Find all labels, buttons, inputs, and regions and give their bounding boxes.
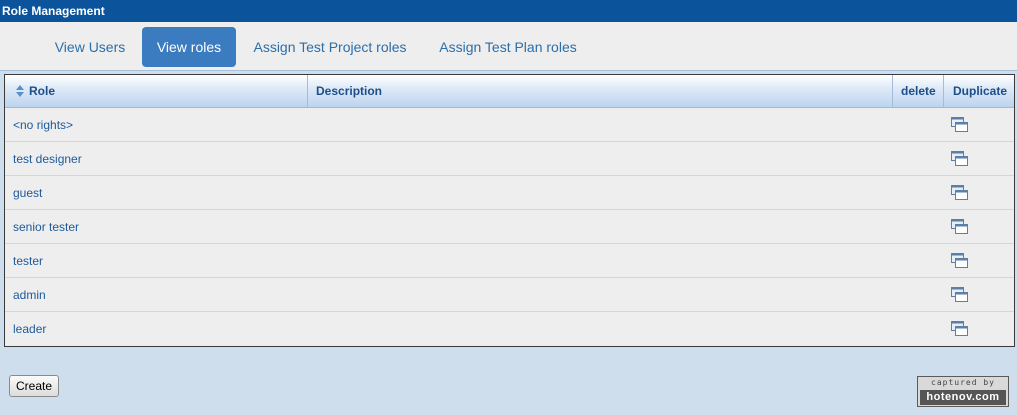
duplicate-icon[interactable] bbox=[951, 117, 968, 132]
window-title: Role Management bbox=[0, 0, 1017, 22]
table-row: test designer bbox=[5, 142, 1014, 176]
column-divider bbox=[892, 75, 893, 108]
column-header-role-label: Role bbox=[29, 84, 56, 98]
table-row: leader bbox=[5, 312, 1014, 346]
roles-table: Role Description delete Duplicate <no ri… bbox=[4, 74, 1015, 347]
column-divider bbox=[943, 75, 944, 108]
role-link[interactable]: senior tester bbox=[13, 210, 79, 244]
role-link[interactable]: test designer bbox=[13, 142, 82, 176]
tab-view-roles[interactable]: View roles bbox=[142, 27, 236, 67]
column-header-duplicate: Duplicate bbox=[953, 84, 1008, 98]
table-row: senior tester bbox=[5, 210, 1014, 244]
duplicate-icon[interactable] bbox=[951, 185, 968, 200]
role-link[interactable]: tester bbox=[13, 244, 43, 278]
tab-assign-test-project-roles[interactable]: Assign Test Project roles bbox=[240, 27, 420, 67]
duplicate-icon[interactable] bbox=[951, 219, 968, 234]
table-row: <no rights> bbox=[5, 108, 1014, 142]
tab-bar: View Users View roles Assign Test Projec… bbox=[0, 22, 1017, 71]
watermark-caption: captured by bbox=[931, 378, 995, 387]
tab-assign-test-plan-roles[interactable]: Assign Test Plan roles bbox=[424, 27, 592, 67]
duplicate-icon[interactable] bbox=[951, 321, 968, 336]
sort-icon bbox=[16, 84, 24, 97]
watermark-logo: hotenov.com bbox=[920, 390, 1006, 405]
table-row: guest bbox=[5, 176, 1014, 210]
role-link[interactable]: <no rights> bbox=[13, 108, 73, 142]
duplicate-icon[interactable] bbox=[951, 151, 968, 166]
column-divider bbox=[307, 75, 308, 108]
create-button[interactable]: Create bbox=[9, 375, 59, 397]
table-row: admin bbox=[5, 278, 1014, 312]
column-header-description: Description bbox=[316, 84, 383, 98]
column-header-role[interactable]: Role bbox=[15, 75, 305, 108]
table-header: Role Description delete Duplicate bbox=[5, 75, 1014, 108]
role-link[interactable]: admin bbox=[13, 278, 46, 312]
role-link[interactable]: guest bbox=[13, 176, 42, 210]
tab-view-users[interactable]: View Users bbox=[40, 27, 140, 67]
duplicate-icon[interactable] bbox=[951, 287, 968, 302]
captured-by-watermark: captured by hotenov.com bbox=[917, 376, 1009, 407]
duplicate-icon[interactable] bbox=[951, 253, 968, 268]
table-row: tester bbox=[5, 244, 1014, 278]
column-header-delete: delete bbox=[901, 84, 936, 98]
role-link[interactable]: leader bbox=[13, 312, 46, 346]
